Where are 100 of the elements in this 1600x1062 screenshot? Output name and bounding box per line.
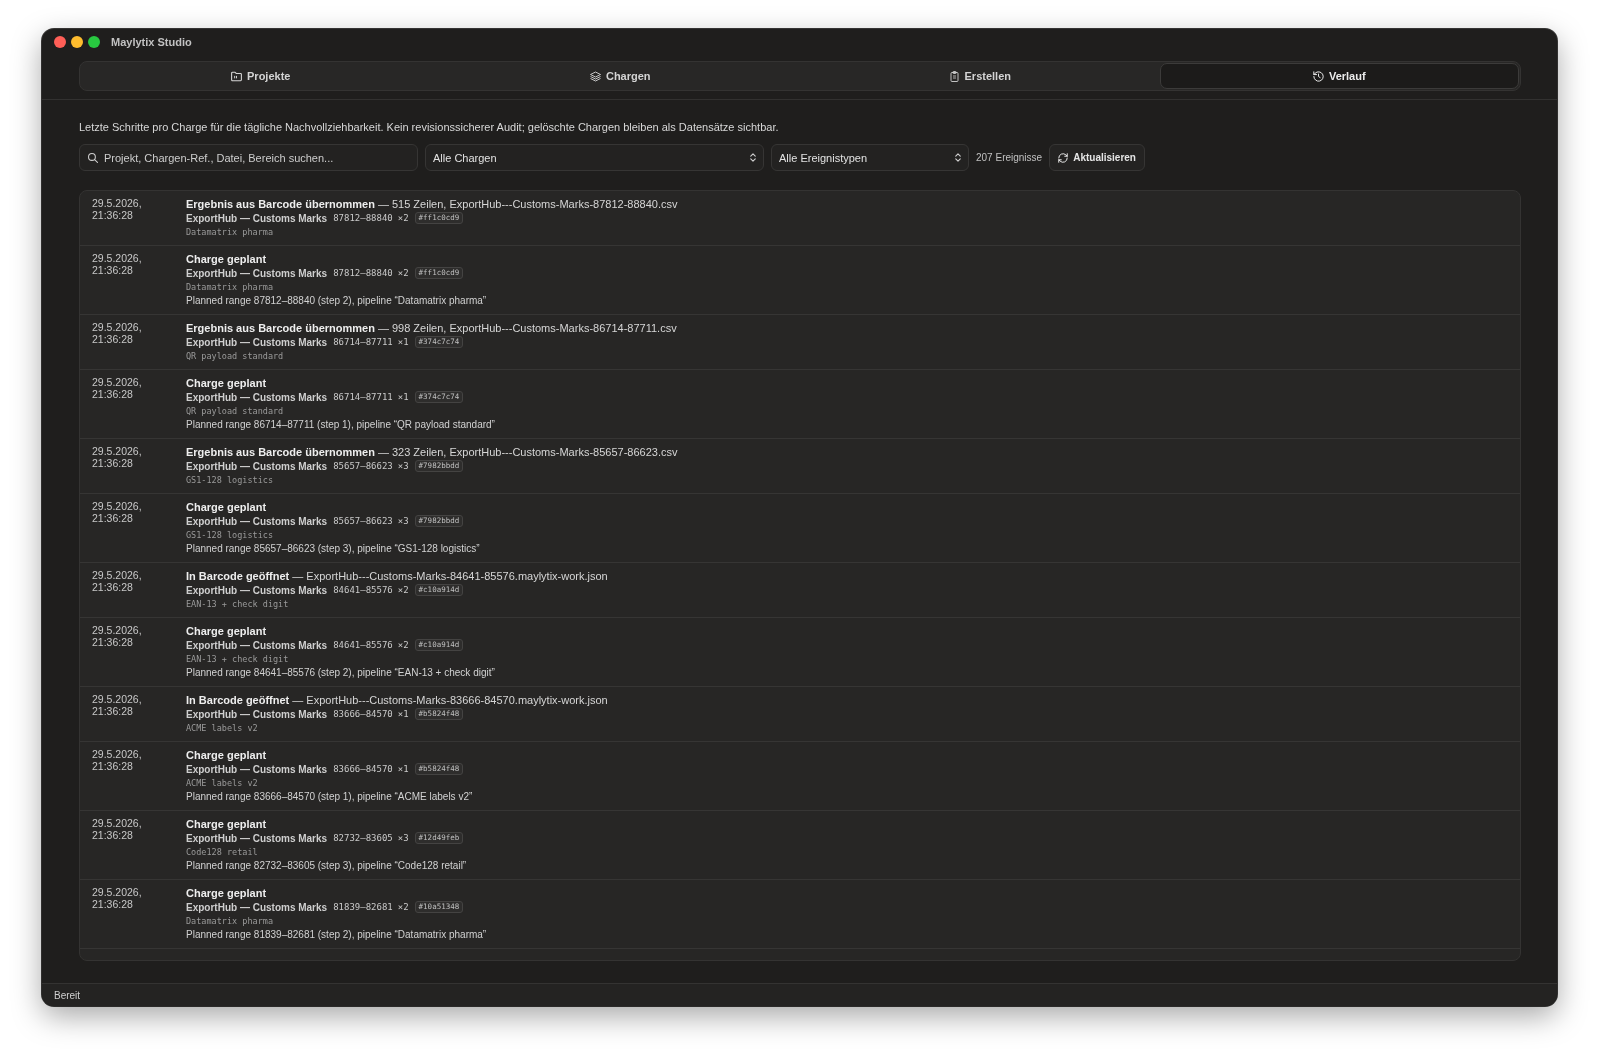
event-timestamp: 29.5.2026, 21:36:28 bbox=[92, 197, 143, 223]
event-timestamp: 29.5.2026, 21:36:28 bbox=[92, 886, 143, 912]
copy-count: ×1 bbox=[397, 337, 409, 347]
project-name: ExportHub — Customs Marks bbox=[186, 708, 328, 720]
tab[interactable]: Projekte bbox=[81, 63, 441, 89]
pipeline-name: ACME labels v2 bbox=[186, 722, 259, 735]
copy-count: ×2 bbox=[397, 585, 409, 595]
project-name: ExportHub — Customs Marks bbox=[186, 763, 328, 775]
batch-range: 85657–86623 bbox=[333, 461, 393, 471]
event-title: In Barcode geöffnet — ExportHub---Customs-Marks-83666-84570.maylytix-work.json bbox=[186, 693, 609, 707]
project-name: ExportHub — Customs Marks bbox=[186, 460, 328, 472]
tab[interactable]: Chargen bbox=[440, 63, 800, 89]
tab[interactable]: Erstellen bbox=[800, 63, 1160, 89]
event-type-select[interactable]: Alle Ereignistypen bbox=[771, 144, 969, 171]
event-note: Planned range 86714–87711 (step 1), pipeline “QR payload standard” bbox=[186, 418, 496, 432]
copy-count: ×3 bbox=[397, 833, 409, 843]
event-title: Charge geplant bbox=[186, 252, 268, 266]
window-zoom-button[interactable] bbox=[88, 36, 100, 48]
status-text: Bereit bbox=[54, 989, 81, 1001]
folder-icon bbox=[231, 70, 243, 82]
event-timestamp: 29.5.2026, 21:36:28 bbox=[92, 624, 143, 650]
event-timestamp: 29.5.2026, 21:36:28 bbox=[92, 748, 143, 774]
event-timestamp: 29.5.2026, 21:36:28 bbox=[92, 817, 143, 843]
copy-count: ×1 bbox=[397, 709, 409, 719]
refresh-button[interactable]: Aktualisieren bbox=[1049, 144, 1145, 171]
pipeline-name: QR payload standard bbox=[186, 405, 285, 418]
event-note: Planned range 81839–82681 (step 2), pipeline “Datamatrix pharma” bbox=[186, 928, 488, 942]
project-name: ExportHub — Customs Marks bbox=[186, 832, 328, 844]
search-icon bbox=[88, 152, 98, 163]
event-timestamp: 29.5.2026, 21:36:28 bbox=[92, 693, 143, 719]
event-title: Charge geplant bbox=[186, 886, 268, 900]
chevron-updown-icon bbox=[955, 153, 961, 162]
pipeline-name: GS1-128 logistics bbox=[186, 474, 274, 487]
batch-range: 81839–82681 bbox=[333, 902, 393, 912]
pipeline-name: ACME labels v2 bbox=[186, 777, 259, 790]
window-close-button[interactable] bbox=[54, 36, 66, 48]
event-timestamp: 29.5.2026, 21:36:28 bbox=[92, 252, 143, 278]
pipeline-name: EAN-13 + check digit bbox=[186, 598, 290, 611]
event-title: Charge geplant bbox=[186, 500, 268, 514]
batch-range: 83666–84570 bbox=[333, 764, 393, 774]
event-title: In Barcode geöffnet — ExportHub---Customs-Marks-84641-85576.maylytix-work.json bbox=[186, 569, 609, 583]
copy-count: ×2 bbox=[397, 902, 409, 912]
copy-count: ×2 bbox=[397, 213, 409, 223]
project-name: ExportHub — Customs Marks bbox=[186, 212, 328, 224]
event-note: Planned range 87812–88840 (step 2), pipeline “Datamatrix pharma” bbox=[186, 294, 488, 308]
event-title: Charge geplant bbox=[186, 817, 268, 831]
event-note: Planned range 82732–83605 (step 3), pipeline “Code128 retail” bbox=[186, 859, 468, 873]
clipboard-icon bbox=[948, 70, 960, 82]
copy-count: ×2 bbox=[397, 268, 409, 278]
tab[interactable]: Verlauf bbox=[1159, 63, 1519, 89]
batch-range: 87812–88840 bbox=[333, 213, 393, 223]
event-note: Planned range 84641–85576 (step 2), pipeline “EAN-13 + check digit” bbox=[186, 666, 496, 680]
event-timestamp: 29.5.2026, 21:36:28 bbox=[92, 376, 143, 402]
copy-count: ×2 bbox=[397, 640, 409, 650]
batch-range: 84641–85576 bbox=[333, 640, 393, 650]
event-title: Charge geplant bbox=[186, 748, 268, 762]
project-name: ExportHub — Customs Marks bbox=[186, 901, 328, 913]
history-icon bbox=[1312, 70, 1324, 82]
project-name: ExportHub — Customs Marks bbox=[186, 639, 328, 651]
event-title: Ergebnis aus Barcode übernommen — 323 Zeilen, ExportHub---Customs-Marks-85657-86623.csv bbox=[186, 445, 679, 459]
pipeline-name: Datamatrix pharma bbox=[186, 281, 274, 294]
event-timestamp: 29.5.2026, 21:36:28 bbox=[92, 500, 143, 526]
layers-icon bbox=[589, 70, 601, 82]
project-name: ExportHub — Customs Marks bbox=[186, 267, 328, 279]
window-minimize-button[interactable] bbox=[71, 36, 83, 48]
project-name: ExportHub — Customs Marks bbox=[186, 584, 328, 596]
copy-count: ×1 bbox=[397, 392, 409, 402]
pipeline-name: QR payload standard bbox=[186, 350, 285, 363]
batch-range: 86714–87711 bbox=[333, 337, 393, 347]
project-name: ExportHub — Customs Marks bbox=[186, 391, 328, 403]
event-title: Charge geplant bbox=[186, 624, 268, 638]
copy-count: ×3 bbox=[397, 516, 409, 526]
batch-range: 82732–83605 bbox=[333, 833, 393, 843]
event-note: Planned range 83666–84570 (step 1), pipeline “ACME labels v2” bbox=[186, 790, 474, 804]
event-note: Planned range 85657–86623 (step 3), pipeline “GS1-128 logistics” bbox=[186, 542, 481, 556]
batch-range: 86714–87711 bbox=[333, 392, 393, 402]
description-text: Letzte Schritte pro Charge für die tägliche Nachvollziehbarkeit. Kein revisionssicherer Audit; gelöschte Chargen bleiben als Datensätze sichtbar. bbox=[79, 120, 780, 134]
project-name: ExportHub — Customs Marks bbox=[186, 336, 328, 348]
event-title: Charge geplant bbox=[186, 376, 268, 390]
batch-range: 85657–86623 bbox=[333, 516, 393, 526]
event-timestamp: 29.5.2026, 21:36:28 bbox=[92, 321, 143, 347]
search-field[interactable]: Projekt, Chargen-Ref., Datei, Bereich suchen... bbox=[79, 144, 418, 171]
pipeline-name: Code128 retail bbox=[186, 846, 259, 859]
event-timestamp: 29.5.2026, 21:36:28 bbox=[92, 445, 143, 471]
pipeline-name: Datamatrix pharma bbox=[186, 226, 274, 239]
event-count: 207 Ereignisse bbox=[976, 152, 1043, 163]
pipeline-name: EAN-13 + check digit bbox=[186, 653, 290, 666]
copy-count: ×1 bbox=[397, 764, 409, 774]
copy-count: ×3 bbox=[397, 461, 409, 471]
window-title: Maylytix Studio bbox=[111, 36, 192, 48]
project-name: ExportHub — Customs Marks bbox=[186, 515, 328, 527]
event-timestamp: 29.5.2026, 21:36:28 bbox=[92, 569, 143, 595]
batch-range: 83666–84570 bbox=[333, 709, 393, 719]
batch-select[interactable]: Alle Chargen bbox=[425, 144, 764, 171]
batch-range: 84641–85576 bbox=[333, 585, 393, 595]
batch-range: 87812–88840 bbox=[333, 268, 393, 278]
event-title: Ergebnis aus Barcode übernommen — 998 Zeilen, ExportHub---Customs-Marks-86714-87711.csv bbox=[186, 321, 678, 335]
event-title: Ergebnis aus Barcode übernommen — 515 Zeilen, ExportHub---Customs-Marks-87812-88840.csv bbox=[186, 197, 679, 211]
chevron-updown-icon bbox=[750, 153, 756, 162]
refresh-icon bbox=[1058, 152, 1069, 163]
